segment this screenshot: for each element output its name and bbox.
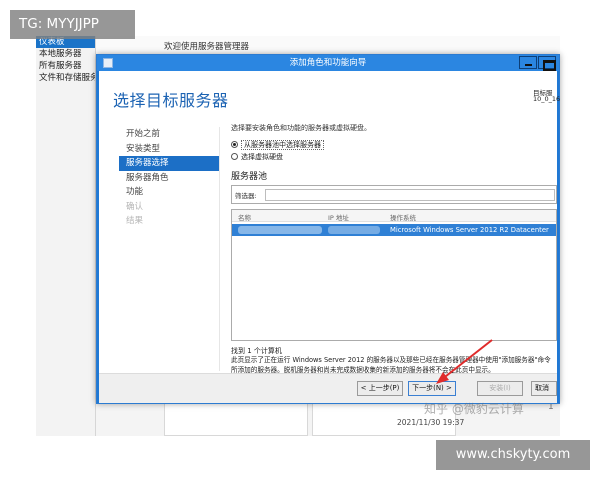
server-manager-sidebar: 仪表板 本地服务器 所有服务器 文件和存储服务 bbox=[36, 36, 96, 436]
tile-timestamp: 2021/11/30 19:37 bbox=[397, 418, 465, 427]
sidebar-item-file-storage[interactable]: 文件和存储服务 bbox=[36, 72, 95, 84]
step-before-you-begin[interactable]: 开始之前 bbox=[123, 127, 219, 142]
tag-label: TG: MYYJJPP bbox=[10, 10, 135, 39]
option-label: 从服务器池中选择服务器 bbox=[241, 140, 324, 150]
option-virtual-disk[interactable]: 选择虚拟硬盘 bbox=[231, 152, 283, 162]
step-confirmation: 确认 bbox=[126, 201, 144, 212]
server-manager-header: 欢迎使用服务器管理器 bbox=[96, 36, 560, 56]
instruction-text: 选择要安装角色和功能的服务器或虚拟硬盘。 bbox=[231, 124, 371, 132]
server-pool-table: 名称 IP 地址 操作系统 Microsoft Windows Server 2… bbox=[231, 209, 557, 341]
dashboard-tile bbox=[164, 402, 308, 436]
column-header-ip[interactable]: IP 地址 bbox=[328, 212, 349, 222]
wizard-footer: < 上一步(P) 下一步(N) > 安装(I) 取消 bbox=[99, 373, 557, 403]
column-header-os[interactable]: 操作系统 bbox=[390, 212, 416, 222]
target-server-value: 10_0_16 bbox=[533, 95, 561, 103]
maximize-icon[interactable] bbox=[538, 56, 556, 71]
welcome-title: 欢迎使用服务器管理器 bbox=[164, 42, 250, 52]
minimize-icon[interactable] bbox=[519, 56, 537, 69]
table-row[interactable]: Microsoft Windows Server 2012 R2 Datacen… bbox=[232, 224, 556, 236]
server-ip-cell-blurred bbox=[328, 226, 380, 234]
sidebar-item-local-server[interactable]: 本地服务器 bbox=[36, 48, 95, 60]
step-results: 结果 bbox=[126, 216, 144, 226]
server-os-cell: Microsoft Windows Server 2012 R2 Datacen… bbox=[390, 226, 549, 234]
server-name-cell-blurred bbox=[238, 226, 322, 234]
step-installation-type[interactable]: 安装类型 bbox=[123, 142, 219, 157]
site-url-label: www.chskyty.com bbox=[436, 440, 590, 470]
wizard-client-area: 选择目标服务器 目标服 10_0_16 开始之前 安装类型 服务器选择 服务器角… bbox=[99, 71, 561, 403]
step-features[interactable]: 功能 bbox=[123, 185, 219, 200]
next-button[interactable]: 下一步(N) > bbox=[408, 381, 456, 396]
step-server-roles[interactable]: 服务器角色 bbox=[123, 171, 219, 186]
filter-input[interactable] bbox=[265, 189, 555, 201]
radio-button[interactable] bbox=[231, 153, 238, 160]
server-pool-heading: 服务器池 bbox=[231, 172, 268, 182]
sidebar-item-all-servers[interactable]: 所有服务器 bbox=[36, 60, 95, 72]
nav-divider bbox=[219, 127, 220, 371]
option-label: 选择虚拟硬盘 bbox=[241, 153, 283, 161]
add-roles-wizard-dialog: 添加角色和功能向导 选择目标服务器 目标服 10_0_16 开始之前 安装类型 … bbox=[96, 54, 560, 404]
wizard-titlebar[interactable]: 添加角色和功能向导 bbox=[97, 55, 559, 71]
radio-button-checked[interactable] bbox=[231, 141, 238, 148]
watermark: 知乎 @微豹云计算 bbox=[424, 402, 524, 416]
option-server-pool[interactable]: 从服务器池中选择服务器 bbox=[231, 140, 324, 150]
column-header-name[interactable]: 名称 bbox=[238, 212, 251, 222]
filter-bar: 筛选器: bbox=[231, 185, 557, 204]
cancel-button[interactable]: 取消 bbox=[531, 381, 557, 396]
wizard-title: 添加角色和功能向导 bbox=[289, 58, 367, 68]
screenshot: 仪表板 本地服务器 所有服务器 文件和存储服务 欢迎使用服务器管理器 2021/… bbox=[0, 0, 600, 480]
page-title: 选择目标服务器 bbox=[113, 91, 229, 110]
install-button: 安装(I) bbox=[477, 381, 523, 396]
found-count: 找到 1 个计算机 bbox=[231, 347, 282, 355]
wizard-step-nav: 开始之前 安装类型 服务器选择 服务器角色 功能 确认 结果 bbox=[119, 127, 219, 229]
filter-label: 筛选器: bbox=[235, 192, 257, 200]
table-header: 名称 IP 地址 操作系统 bbox=[232, 210, 556, 222]
step-server-selection[interactable]: 服务器选择 bbox=[119, 156, 219, 171]
previous-button[interactable]: < 上一步(P) bbox=[357, 381, 403, 396]
wizard-content: 选择要安装角色和功能的服务器或虚拟硬盘。 从服务器池中选择服务器 选择虚拟硬盘 … bbox=[231, 123, 557, 383]
